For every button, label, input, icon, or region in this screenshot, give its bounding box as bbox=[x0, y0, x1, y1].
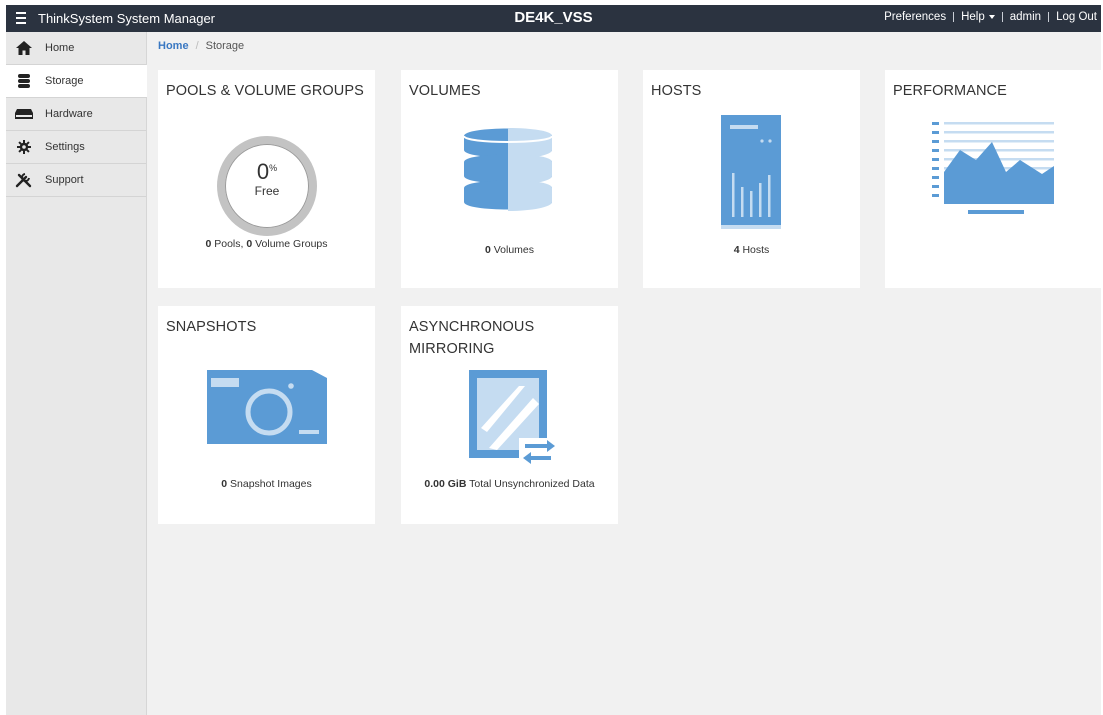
sidebar-item-label: Support bbox=[45, 174, 84, 186]
tile-caption: 0 Pools, 0 Volume Groups bbox=[158, 238, 375, 250]
separator bbox=[1001, 12, 1003, 22]
admin-user-link[interactable]: admin bbox=[1010, 11, 1041, 23]
tile-title: ASYNCHRONOUS MIRRORING bbox=[409, 319, 535, 357]
unsynchronized-data-label: Total Unsynchronized Data bbox=[466, 478, 595, 490]
sidebar-item-hardware[interactable]: Hardware bbox=[6, 98, 146, 131]
sidebar-item-label: Hardware bbox=[45, 108, 93, 120]
logout-link[interactable]: Log Out bbox=[1056, 11, 1097, 23]
breadcrumb-current: Storage bbox=[205, 40, 245, 52]
gear-icon bbox=[12, 139, 36, 155]
mirror-sync-icon bbox=[467, 368, 557, 475]
tile-pools-volume-groups[interactable]: POOLS & VOLUME GROUPS 0% Free 0 Pools, 0… bbox=[158, 70, 375, 288]
tile-title: HOSTS bbox=[651, 83, 702, 99]
breadcrumb-home-link[interactable]: Home bbox=[158, 40, 189, 52]
server-icon bbox=[720, 115, 782, 234]
header-links: Preferences Help admin Log Out bbox=[884, 11, 1097, 23]
help-label: Help bbox=[961, 11, 985, 23]
free-capacity-donut: 0% Free bbox=[216, 135, 318, 237]
sidebar: Home Storage Hardware Settings Support bbox=[6, 32, 147, 715]
tile-caption: 4 Hosts bbox=[643, 244, 860, 256]
hosts-label: Hosts bbox=[739, 244, 770, 256]
storage-icon bbox=[12, 73, 36, 89]
top-bar: ThinkSystem System Manager DE4K_VSS Pref… bbox=[6, 5, 1101, 32]
separator bbox=[953, 12, 955, 22]
sidebar-item-label: Settings bbox=[45, 141, 85, 153]
tile-asynchronous-mirroring[interactable]: ASYNCHRONOUS MIRRORING 0.00 GiB Total Un… bbox=[401, 306, 618, 524]
snapshot-images-label: Snapshot Images bbox=[227, 478, 312, 490]
tile-caption: 0 Volumes bbox=[401, 244, 618, 256]
hamburger-menu-icon[interactable] bbox=[12, 9, 30, 27]
camera-icon bbox=[207, 370, 327, 449]
free-percent-unit: % bbox=[269, 163, 278, 173]
tools-icon bbox=[12, 172, 36, 188]
free-label: Free bbox=[254, 184, 280, 198]
sidebar-item-label: Home bbox=[45, 42, 75, 54]
volumes-label: Volumes bbox=[490, 244, 535, 256]
database-icon bbox=[462, 122, 554, 227]
performance-chart-icon bbox=[930, 120, 1056, 225]
tile-snapshots[interactable]: SNAPSHOTS 0 Snapshot Images bbox=[158, 306, 375, 524]
sidebar-item-settings[interactable]: Settings bbox=[6, 131, 146, 164]
volume-groups-label: Volume Groups bbox=[252, 238, 328, 250]
app-title: ThinkSystem System Manager bbox=[38, 11, 216, 26]
preferences-link[interactable]: Preferences bbox=[884, 11, 946, 23]
separator bbox=[1048, 12, 1050, 22]
sidebar-item-label: Storage bbox=[45, 75, 84, 87]
tile-title: PERFORMANCE bbox=[893, 83, 1007, 99]
sidebar-item-support[interactable]: Support bbox=[6, 164, 146, 197]
hardware-icon bbox=[12, 106, 36, 122]
pools-label: Pools, bbox=[211, 238, 247, 250]
tile-caption: 0.00 GiB Total Unsynchronized Data bbox=[401, 478, 618, 490]
tile-caption: 0 Snapshot Images bbox=[158, 478, 375, 490]
tile-title: POOLS & VOLUME GROUPS bbox=[166, 83, 364, 99]
home-icon bbox=[12, 40, 36, 56]
chevron-down-icon bbox=[988, 14, 995, 19]
sidebar-item-storage[interactable]: Storage bbox=[6, 65, 147, 98]
tile-hosts[interactable]: HOSTS 4 Hosts bbox=[643, 70, 860, 288]
main-content: Home / Storage POOLS & VOLUME GROUPS 0% Fr… bbox=[147, 32, 1102, 715]
unsynchronized-data-value: 0.00 GiB bbox=[424, 478, 467, 490]
breadcrumb: Home / Storage bbox=[158, 40, 244, 52]
sidebar-item-home[interactable]: Home bbox=[6, 32, 146, 65]
tile-performance[interactable]: PERFORMANCE bbox=[885, 70, 1102, 288]
breadcrumb-separator: / bbox=[195, 40, 199, 52]
help-menu[interactable]: Help bbox=[961, 11, 995, 23]
free-percent-value: 0 bbox=[256, 159, 270, 184]
tile-title: VOLUMES bbox=[409, 83, 481, 99]
tile-volumes[interactable]: VOLUMES 0 Volumes bbox=[401, 70, 618, 288]
tile-title: SNAPSHOTS bbox=[166, 319, 257, 335]
